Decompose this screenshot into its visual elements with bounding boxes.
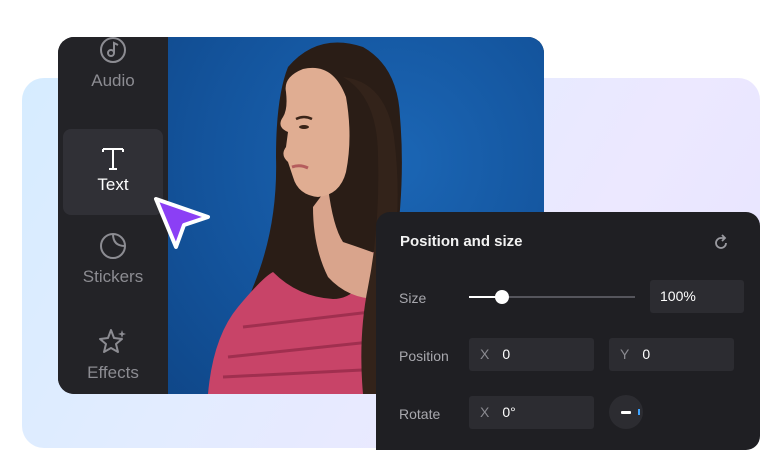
sidebar-item-effects[interactable]: Effects xyxy=(63,323,163,394)
position-x-input[interactable]: X0 xyxy=(469,338,594,371)
music-note-icon xyxy=(100,37,126,63)
rotate-dial[interactable] xyxy=(609,395,643,429)
sidebar-item-label: Effects xyxy=(87,363,139,382)
sparkle-star-icon xyxy=(99,329,126,353)
position-size-panel: Position and size Size 100% Position X0 … xyxy=(376,212,760,450)
sidebar-item-label: Audio xyxy=(91,71,135,90)
sticker-icon xyxy=(100,233,126,259)
x-axis-label: X xyxy=(480,346,490,362)
panel-title: Position and size xyxy=(400,233,523,250)
sidebar-item-label: Text xyxy=(97,175,129,194)
size-label: Size xyxy=(399,290,427,306)
sidebar-item-text[interactable]: Text xyxy=(63,129,163,215)
position-y-input[interactable]: Y0 xyxy=(609,338,734,371)
size-input[interactable]: 100% xyxy=(650,280,744,313)
sidebar-item-audio[interactable]: Audio xyxy=(63,37,163,101)
sidebar-item-stickers[interactable]: Stickers xyxy=(63,227,163,313)
rotate-dial-indicator xyxy=(621,411,631,414)
rotate-input[interactable]: X 0° xyxy=(469,396,594,429)
rotate-dial-mark xyxy=(638,409,640,415)
y-axis-label: Y xyxy=(620,346,630,362)
position-x-value: 0 xyxy=(502,346,511,362)
size-slider-knob[interactable] xyxy=(495,290,509,304)
text-t-icon xyxy=(102,148,124,170)
sidebar-item-label: Stickers xyxy=(82,267,144,286)
rotate-value: 0° xyxy=(502,404,516,420)
size-slider[interactable] xyxy=(469,290,635,304)
x-axis-label: X xyxy=(480,404,490,420)
reset-icon[interactable] xyxy=(712,234,730,252)
pointer-cursor-icon xyxy=(154,197,210,249)
size-value: 100% xyxy=(660,288,696,304)
position-y-value: 0 xyxy=(642,346,651,362)
position-label: Position xyxy=(399,348,449,364)
rotate-label: Rotate xyxy=(399,406,441,422)
